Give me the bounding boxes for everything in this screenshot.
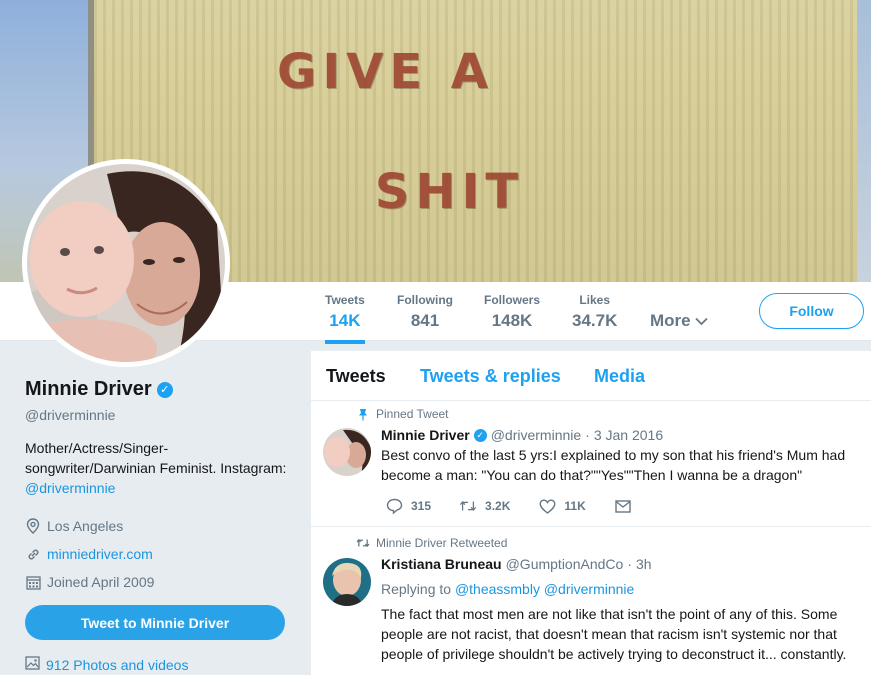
joined-text: Joined April 2009 <box>47 574 155 590</box>
tweet-timestamp[interactable]: 3 Jan 2016 <box>594 427 663 443</box>
nav-stat-followers[interactable]: Followers 148K <box>484 293 540 331</box>
stat-value: 148K <box>491 311 533 330</box>
nav-stat-likes[interactable]: Likes 34.7K <box>572 293 617 331</box>
retweet-icon <box>459 497 477 515</box>
tweet-actions: 315 3.2K 11K <box>385 497 660 515</box>
profile-joined: Joined April 2009 <box>25 568 290 596</box>
profile-location: Los Angeles <box>25 512 290 540</box>
stat-value: 841 <box>410 311 440 330</box>
bio-text: Mother/Actress/Singer-songwriter/Darwini… <box>25 440 287 476</box>
context-label: Pinned Tweet <box>376 407 449 421</box>
tweet-header: Minnie Driver ✓ @driverminnie · 3 Jan 20… <box>381 427 663 443</box>
profile-card: Minnie Driver ✓ @driverminnie Mother/Act… <box>25 378 290 673</box>
stat-value: 34.7K <box>572 311 618 330</box>
follow-button[interactable]: Follow <box>759 293 864 329</box>
tweet-to-button[interactable]: Tweet to Minnie Driver <box>25 605 285 640</box>
profile-avatar[interactable] <box>22 159 230 367</box>
like-button[interactable]: 11K <box>538 497 586 515</box>
photos-videos-link[interactable]: 912 Photos and videos <box>25 656 290 673</box>
reply-button[interactable]: 315 <box>385 497 431 515</box>
retweet-count: 3.2K <box>485 499 511 513</box>
separator-dot: · <box>585 427 590 443</box>
nav-stat-following[interactable]: Following 841 <box>397 293 453 331</box>
tweet-author-name[interactable]: Kristiana Bruneau <box>381 556 502 572</box>
tweet-author-name[interactable]: Minnie Driver <box>381 427 470 443</box>
verified-badge-icon: ✓ <box>473 428 487 442</box>
image-icon <box>25 656 40 673</box>
stat-label: Tweets <box>325 293 365 307</box>
tab-tweets-and-replies[interactable]: Tweets & replies <box>420 366 561 387</box>
tweet-author-handle[interactable]: @driverminnie <box>491 427 581 443</box>
replying-to: Replying to @theassmbly @driverminnie <box>381 581 634 597</box>
retweet-button[interactable]: 3.2K <box>459 497 510 515</box>
retweet-icon <box>356 538 370 548</box>
tweet-item-retweet[interactable]: Minnie Driver Retweeted Kristiana Brunea… <box>311 527 871 675</box>
like-count: 11K <box>564 499 586 513</box>
stat-label: Following <box>397 293 453 307</box>
pin-icon <box>356 408 370 421</box>
tweet-author-avatar[interactable] <box>323 558 371 606</box>
heart-icon <box>538 497 556 515</box>
separator-dot: · <box>627 556 632 572</box>
verified-badge-icon: ✓ <box>156 381 173 398</box>
profile-bio: Mother/Actress/Singer-songwriter/Darwini… <box>25 438 290 498</box>
stat-label: Likes <box>579 293 611 307</box>
stat-value: 14K <box>329 311 361 330</box>
tweet-context: Pinned Tweet <box>356 407 449 421</box>
stat-label: Followers <box>484 293 541 307</box>
tweet-timestamp[interactable]: 3h <box>636 556 652 572</box>
tweet-author-handle[interactable]: @GumptionAndCo <box>506 556 624 572</box>
tab-media[interactable]: Media <box>594 366 645 387</box>
profile-website: minniedriver.com <box>25 540 290 568</box>
profile-screen-name[interactable]: @driverminnie <box>25 407 290 423</box>
tweet-author-avatar[interactable] <box>323 428 371 476</box>
bio-instagram-link[interactable]: @driverminnie <box>25 480 115 496</box>
more-label: More <box>650 311 691 330</box>
envelope-icon <box>614 497 632 515</box>
map-pin-icon <box>25 518 41 534</box>
context-label: Minnie Driver Retweeted <box>376 536 508 550</box>
profile-name[interactable]: Minnie Driver <box>25 378 152 401</box>
replying-to-handles[interactable]: @theassmbly @driverminnie <box>455 581 634 597</box>
reply-count: 315 <box>411 499 432 513</box>
timeline-tabs: Tweets Tweets & replies Media <box>311 351 871 401</box>
replying-to-label: Replying to <box>381 581 452 597</box>
tweet-header: Kristiana Bruneau @GumptionAndCo · 3h <box>381 556 652 572</box>
chevron-down-icon <box>694 314 708 329</box>
reply-icon <box>385 497 403 515</box>
tweet-item-pinned[interactable]: Pinned Tweet Minnie Driver ✓ @driverminn… <box>311 401 871 527</box>
tweet-context: Minnie Driver Retweeted <box>356 536 507 550</box>
nav-stat-tweets[interactable]: Tweets 14K <box>325 293 365 344</box>
website-link[interactable]: minniedriver.com <box>47 546 153 562</box>
tweet-text: The fact that most men are not like that… <box>381 606 847 662</box>
photos-label: 912 Photos and videos <box>46 656 189 673</box>
tab-tweets[interactable]: Tweets <box>326 366 386 387</box>
direct-message-button[interactable] <box>614 497 632 515</box>
link-icon <box>25 546 41 562</box>
banner-sky-right <box>857 0 871 282</box>
location-text: Los Angeles <box>47 518 124 534</box>
banner-sign-line-1: GIVE A <box>276 44 495 100</box>
timeline: Tweets Tweets & replies Media Pinned Twe… <box>311 351 871 675</box>
more-menu-button[interactable]: More <box>650 311 708 331</box>
tweet-text: Best convo of the last 5 yrs:I explained… <box>381 447 846 483</box>
calendar-icon <box>25 574 41 590</box>
